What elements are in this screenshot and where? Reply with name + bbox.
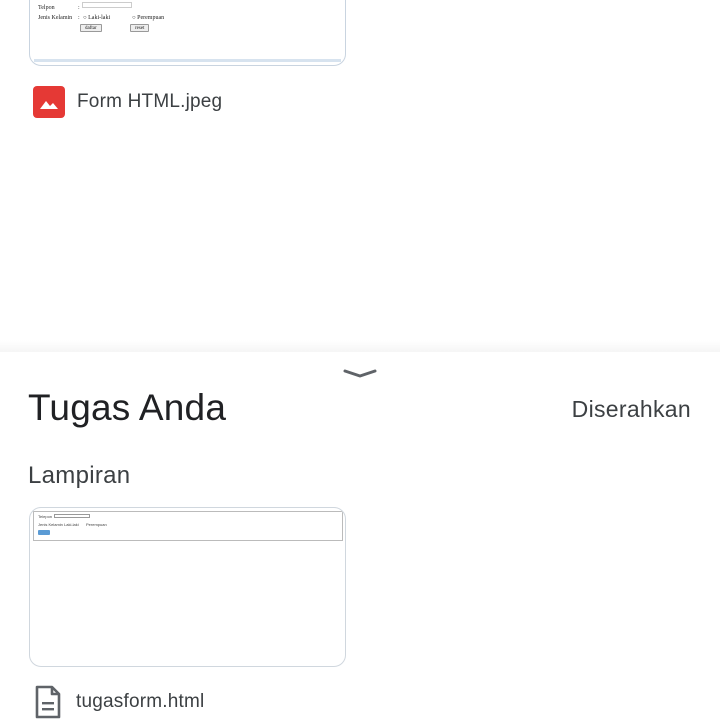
attachment-file-name: tugasform.html xyxy=(76,691,205,712)
preview-bottom-edge xyxy=(34,59,341,62)
preview-phone-label: Telpon xyxy=(38,5,55,11)
preview-option-female: Perempuan xyxy=(137,15,165,21)
sheet-title: Tugas Anda xyxy=(28,387,227,428)
attachment-preview-html[interactable]: Telepon Jenis Kelamin Laki-laki Perempua… xyxy=(29,507,346,667)
preview-option-male: Laki-laki xyxy=(88,15,111,21)
preview-reset-button: reset xyxy=(130,24,150,32)
preview-phone-label: Telepon xyxy=(38,514,53,519)
preview-radio-icon: ○ xyxy=(132,15,136,21)
preview-submit-button: daftar xyxy=(80,24,102,32)
preview-gender-label: Jenis Kelamin xyxy=(38,522,63,527)
preview-option-female: Perempuan xyxy=(86,522,107,527)
attachments-heading: Lampiran xyxy=(28,462,131,489)
preview-option-male: Laki-laki xyxy=(64,522,79,527)
preview-phone-input xyxy=(54,514,90,518)
document-icon xyxy=(35,685,61,719)
attachment-file-name: Form HTML.jpeg xyxy=(77,91,223,112)
attachment-preview-form-jpeg[interactable]: Telpon : Jenis Kelamin : ○ Laki-laki ○ P… xyxy=(29,0,346,66)
html-preview-form: Telepon Jenis Kelamin Laki-laki Perempua… xyxy=(33,511,343,541)
attachment-file-row-html[interactable]: tugasform.html xyxy=(29,685,204,719)
chevron-down-icon[interactable] xyxy=(342,366,378,382)
preview-separator-2: : xyxy=(78,15,80,21)
preview-submit-button xyxy=(38,530,50,535)
preview-phone-input xyxy=(82,2,132,8)
preview-radio-icon: ○ xyxy=(83,15,87,21)
preview-separator: : xyxy=(78,5,80,11)
image-icon xyxy=(33,86,65,118)
preview-gender-label: Jenis Kelamin xyxy=(38,15,73,21)
submission-status: Diserahkan xyxy=(571,396,691,422)
attachment-file-row-jpeg[interactable]: Form HTML.jpeg xyxy=(33,86,222,118)
